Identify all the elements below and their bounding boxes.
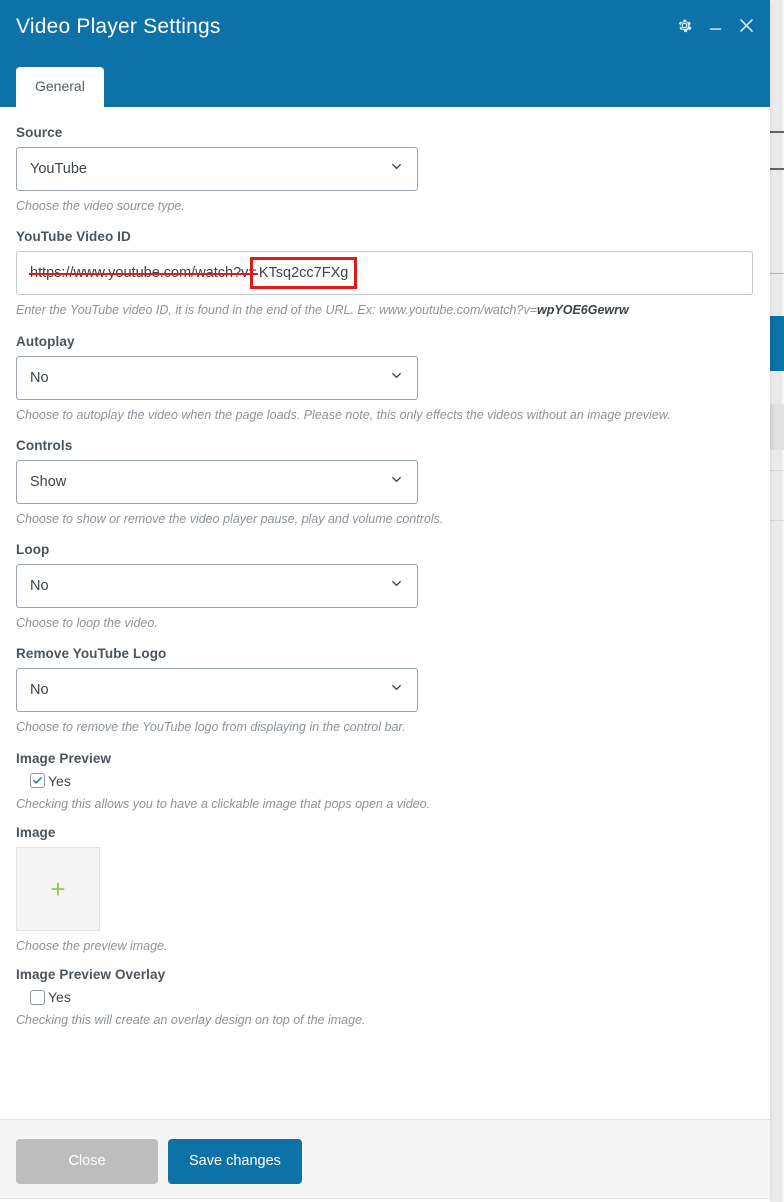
field-image-preview: Image Preview Yes Checking this allows y… [16, 751, 754, 812]
autoplay-select[interactable]: No [16, 355, 418, 400]
controls-helper: Choose to show or remove the video playe… [16, 511, 444, 526]
image-preview-label: Image Preview [16, 750, 112, 766]
footer-bottom-edge [0, 1198, 770, 1202]
autoplay-label: Autoplay [16, 333, 75, 349]
autoplay-select-wrap: No [16, 355, 418, 400]
field-controls: Controls Show Choose to show or remove t… [16, 438, 754, 527]
dialog-body: Source YouTube Choose the video source t… [0, 107, 770, 1119]
background-highlight-block [768, 316, 784, 371]
image-preview-checkbox-label[interactable]: Yes [46, 773, 71, 789]
image-helper: Choose the preview image. [16, 938, 168, 953]
controls-select[interactable]: Show [16, 459, 418, 504]
image-preview-overlay-checkbox[interactable] [30, 989, 45, 1005]
close-button[interactable]: Close [16, 1138, 158, 1184]
image-preview-overlay-helper: Checking this will create an overlay des… [16, 1013, 366, 1027]
video-player-settings-dialog: Video Player Settings General Source You… [0, 0, 770, 1202]
loop-select-wrap: No [16, 564, 418, 608]
field-image: Image + Choose the preview image. [16, 825, 754, 954]
source-select[interactable]: YouTube [16, 147, 418, 191]
image-preview-overlay-checkbox-row: Yes [16, 989, 754, 1005]
window-controls [675, 16, 756, 35]
loop-select[interactable]: No [16, 564, 418, 608]
controls-label: Controls [16, 437, 73, 453]
video-id-helper: Enter the YouTube video ID, it is found … [16, 302, 754, 318]
field-loop: Loop No Choose to loop the video. [16, 542, 754, 631]
background-line [768, 520, 784, 521]
dialog-header: Video Player Settings General [0, 0, 770, 107]
image-preview-checkbox-row: Yes [16, 773, 754, 789]
image-preview-overlay-label: Image Preview Overlay [16, 967, 166, 982]
video-id-helper-text: Enter the YouTube video ID, it is found … [16, 303, 538, 318]
remove-logo-label: Remove YouTube Logo [16, 646, 167, 662]
dialog-footer: Close Save changes [0, 1119, 770, 1202]
image-label: Image [16, 824, 56, 840]
background-grey-block [768, 404, 784, 450]
source-select-wrap: YouTube [16, 147, 418, 191]
dialog-title: Video Player Settings [16, 15, 221, 38]
tab-general[interactable]: General [16, 67, 104, 107]
background-divider [770, 131, 784, 133]
field-remove-logo: Remove YouTube Logo No Choose to remove … [16, 646, 754, 735]
background-line [768, 470, 784, 471]
field-autoplay: Autoplay No Choose to autoplay the video… [16, 334, 754, 423]
autoplay-helper: Choose to autoplay the video when the pa… [16, 407, 671, 422]
tab-bar: General [16, 67, 104, 107]
loop-label: Loop [16, 542, 50, 557]
controls-select-wrap: Show [16, 459, 418, 504]
field-source: Source YouTube Choose the video source t… [16, 125, 754, 214]
loop-helper: Choose to loop the video. [16, 616, 158, 630]
source-label: Source [16, 125, 63, 140]
image-preview-overlay-checkbox-label[interactable]: Yes [46, 989, 71, 1005]
background-divider [770, 168, 784, 170]
video-id-url-prefix: https://www.youtube.com/watch?v= [29, 265, 258, 282]
image-upload-dropzone[interactable]: + [16, 846, 100, 931]
remove-logo-helper: Choose to remove the YouTube logo from d… [16, 720, 406, 735]
remove-logo-select-wrap: No [16, 668, 418, 713]
plus-icon: + [50, 873, 66, 904]
background-divider [770, 273, 784, 274]
gear-icon[interactable] [675, 16, 694, 35]
image-preview-helper: Checking this allows you to have a click… [16, 796, 431, 811]
image-preview-checkbox[interactable] [30, 773, 45, 788]
minimize-icon[interactable] [707, 17, 724, 34]
field-video-id: YouTube Video ID https://www.youtube.com… [16, 229, 754, 318]
remove-logo-select[interactable]: No [16, 668, 418, 713]
field-image-preview-overlay: Image Preview Overlay Yes Checking this … [16, 967, 754, 1028]
save-changes-button[interactable]: Save changes [168, 1138, 302, 1184]
video-id-label: YouTube Video ID [16, 229, 131, 245]
video-id-highlighted: KTsq2cc7FXg [249, 257, 358, 290]
video-id-input-wrap: https://www.youtube.com/watch?v= KTsq2cc7… [16, 251, 753, 296]
video-id-input[interactable]: https://www.youtube.com/watch?v= KTsq2cc7… [16, 251, 753, 296]
video-id-helper-example: wpYOE6Gewrw [537, 303, 629, 318]
close-icon[interactable] [737, 16, 756, 35]
source-helper: Choose the video source type. [16, 199, 185, 213]
